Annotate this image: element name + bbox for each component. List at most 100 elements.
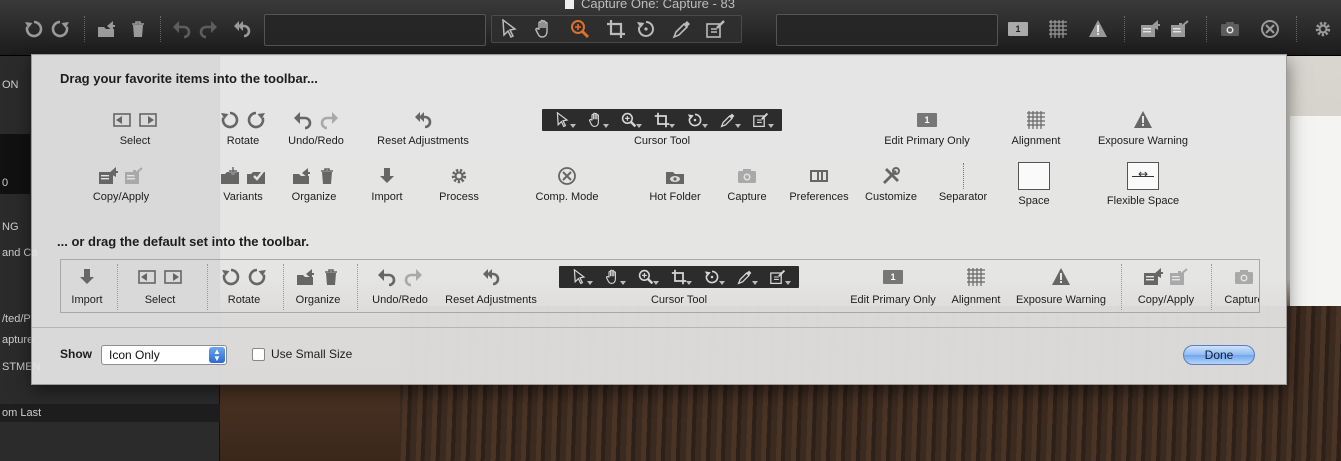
undo-icon[interactable]	[170, 17, 194, 41]
tools-icon	[881, 166, 901, 186]
move-icon[interactable]	[94, 17, 118, 41]
rotate-left-icon[interactable]	[22, 17, 46, 41]
rotate-right-icon[interactable]	[48, 17, 72, 41]
warning-icon	[1051, 267, 1071, 287]
toolbar-separator	[1296, 16, 1297, 42]
rotate-cursor-icon	[700, 268, 725, 286]
use-small-size-checkbox[interactable]	[252, 348, 265, 361]
default-toolbar-set[interactable]: Import Select Rotate Organize Undo/Redo …	[60, 259, 1260, 313]
stamp-icon	[749, 111, 774, 129]
done-button[interactable]: Done	[1183, 345, 1255, 365]
item-comp-mode[interactable]: Comp. Mode	[507, 165, 627, 203]
flexible-space-icon	[1127, 162, 1159, 190]
item-label: Process	[439, 191, 479, 203]
item-copy-apply[interactable]: Copy/Apply	[61, 165, 181, 203]
toolbar-empty-field[interactable]	[264, 14, 486, 46]
hand-icon[interactable]	[532, 17, 556, 41]
toolbar-separator	[84, 16, 85, 42]
footer-divider	[32, 327, 1286, 328]
panel-row[interactable]: om Last	[0, 404, 220, 422]
item-label: Undo/Redo	[288, 135, 344, 147]
stamp-icon	[766, 268, 791, 286]
rotate-right-icon	[247, 267, 267, 287]
item-label: Exposure Warning	[1015, 294, 1107, 306]
zoom-icon	[617, 111, 642, 129]
item-select[interactable]: Select	[75, 109, 195, 147]
pointer-icon	[551, 111, 576, 129]
rotate-cursor-icon[interactable]	[634, 17, 658, 41]
item-label: Reset Adjustments	[445, 294, 537, 306]
favorites-heading: Drag your favorite items into the toolba…	[60, 71, 318, 86]
item-label: Organize	[295, 294, 341, 306]
warning-icon[interactable]	[1086, 17, 1110, 41]
copy-icon[interactable]	[1138, 17, 1162, 41]
apply-icon	[124, 166, 144, 186]
import-icon	[77, 267, 97, 287]
hand-icon	[584, 111, 609, 129]
default-reset-adjustments: Reset Adjustments	[439, 266, 543, 306]
edit-primary-icon[interactable]: 1	[1006, 17, 1030, 41]
apply-icon	[1169, 267, 1189, 287]
default-separator	[117, 264, 118, 310]
trash-icon[interactable]	[126, 17, 150, 41]
show-mode-select[interactable]: Icon Only ▲ ▼	[101, 345, 227, 365]
item-label: Cursor Tool	[633, 135, 691, 147]
item-undo-redo[interactable]: Undo/Redo	[256, 109, 376, 147]
item-label: Space	[1018, 195, 1050, 207]
redo-icon[interactable]	[196, 17, 220, 41]
cursor-tool-strip	[542, 109, 782, 131]
stamp-icon[interactable]	[704, 17, 728, 41]
gear-icon	[449, 166, 469, 186]
select-alt-icon	[163, 267, 183, 287]
close-icon[interactable]	[1258, 17, 1282, 41]
item-cursor-tool[interactable]: Cursor Tool	[536, 109, 788, 147]
cursor-tool-group[interactable]	[491, 15, 742, 43]
redo-icon	[403, 267, 423, 287]
crop-icon[interactable]	[604, 17, 628, 41]
reset-icon	[413, 110, 433, 130]
gear-icon[interactable]	[1311, 17, 1335, 41]
item-flexible-space[interactable]: Flexible Space	[1083, 161, 1203, 207]
rotate-cursor-icon	[683, 111, 708, 129]
main-toolbar: Capture One: Capture - 83 1	[0, 0, 1341, 56]
select-icon	[137, 267, 157, 287]
grid-icon[interactable]	[1046, 17, 1070, 41]
default-copy-apply: Copy/Apply	[1129, 266, 1203, 306]
item-space[interactable]: Space	[974, 161, 1094, 207]
item-process[interactable]: Process	[399, 165, 519, 203]
default-select: Select	[127, 266, 193, 306]
item-reset-adjustments[interactable]: Reset Adjustments	[363, 109, 483, 147]
default-separator	[283, 264, 284, 310]
item-label: Copy/Apply	[1137, 294, 1195, 306]
badge-1-icon: 1	[883, 270, 903, 284]
cursor-tool-strip	[559, 266, 799, 288]
picker-icon	[733, 268, 758, 286]
item-exposure-warning[interactable]: Exposure Warning	[1083, 109, 1203, 147]
customize-toolbar-sheet: Drag your favorite items into the toolba…	[31, 54, 1287, 385]
item-alignment[interactable]: Alignment	[976, 109, 1096, 147]
toolbar-separator	[1206, 16, 1207, 42]
toolbar-separator	[160, 16, 161, 42]
item-label: Alignment	[1011, 135, 1061, 147]
show-label: Show	[60, 347, 92, 361]
import-icon	[377, 166, 397, 186]
move-icon	[295, 267, 315, 287]
default-import: Import	[67, 266, 107, 306]
default-organize: Organize	[289, 266, 347, 306]
window-title: Capture One: Capture - 83	[565, 0, 735, 11]
use-small-size-label[interactable]: Use Small Size	[271, 347, 352, 361]
pointer-icon[interactable]	[498, 17, 522, 41]
picker-icon[interactable]	[670, 17, 694, 41]
default-alignment: Alignment	[945, 266, 1007, 306]
default-capture: Capture	[1219, 266, 1259, 306]
toolbar-empty-field[interactable]	[776, 14, 998, 46]
item-edit-primary-only[interactable]: 1 Edit Primary Only	[867, 109, 987, 147]
zoom-icon	[634, 268, 659, 286]
reset-adjustments-icon[interactable]	[230, 17, 254, 41]
item-label: Rotate	[227, 294, 261, 306]
grid-icon	[1026, 110, 1046, 130]
camera-icon[interactable]	[1218, 17, 1242, 41]
apply-icon[interactable]	[1168, 17, 1192, 41]
default-separator	[1121, 264, 1122, 310]
zoom-icon[interactable]	[568, 17, 592, 41]
